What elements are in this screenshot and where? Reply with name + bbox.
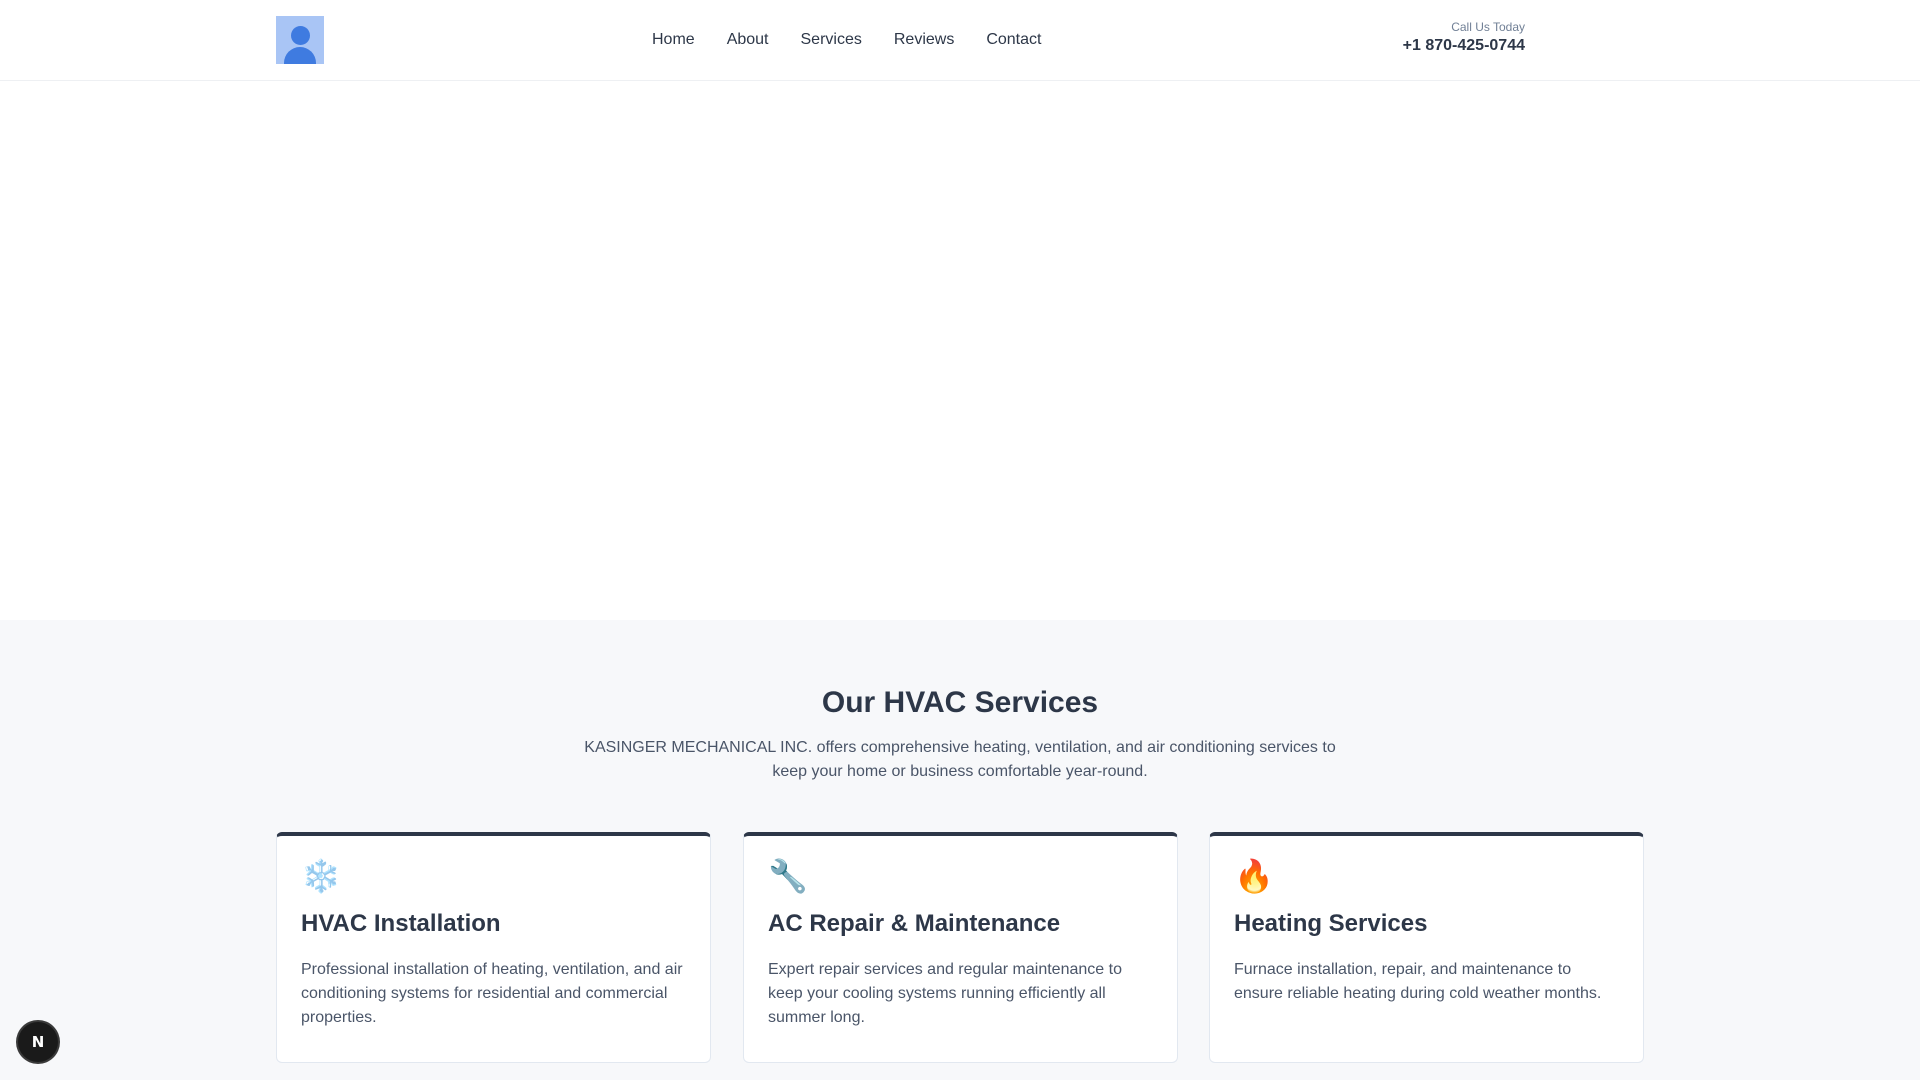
service-card-heating: 🔥 Heating Services Furnace installation,…: [1209, 832, 1644, 1063]
services-intro: KASINGER MECHANICAL INC. offers comprehe…: [584, 739, 1336, 780]
logo-user-icon[interactable]: [276, 16, 324, 64]
dev-tools-badge[interactable]: N: [18, 1022, 58, 1062]
nav-home[interactable]: Home: [652, 31, 695, 49]
service-card-installation: ❄️ HVAC Installation Professional instal…: [276, 832, 711, 1063]
service-card-text: Furnace installation, repair, and mainte…: [1234, 961, 1602, 1002]
nav-reviews[interactable]: Reviews: [894, 31, 954, 49]
nav-contact[interactable]: Contact: [986, 31, 1041, 49]
hero-section: [0, 81, 1920, 620]
nav-about[interactable]: About: [727, 31, 769, 49]
logo-body: [284, 47, 316, 64]
service-card-text: Expert repair services and regular maint…: [768, 961, 1122, 1026]
call-us-label: Call Us Today: [1451, 20, 1525, 34]
services-title: Our HVAC Services: [821, 686, 1099, 719]
site-header: Home About Services Reviews Contact Call…: [0, 0, 1920, 81]
service-card-title: HVAC Installation: [301, 910, 501, 937]
service-card-text: Professional installation of heating, ve…: [301, 961, 683, 1026]
service-card-title: AC Repair & Maintenance: [768, 910, 1061, 937]
services-section: Our HVAC Services KASINGER MECHANICAL IN…: [0, 620, 1920, 1080]
fire-icon: 🔥: [1234, 858, 1274, 894]
phone-number-link[interactable]: +1 870-425-0744: [1403, 37, 1525, 55]
service-card-ac-repair: 🔧 AC Repair & Maintenance Expert repair …: [743, 832, 1178, 1063]
nav-services[interactable]: Services: [801, 31, 862, 49]
logo-head: [291, 26, 310, 45]
main-nav: Home About Services Reviews Contact: [652, 0, 1041, 80]
service-card-title: Heating Services: [1234, 910, 1428, 937]
wrench-icon: 🔧: [768, 858, 808, 894]
snowflake-icon: ❄️: [301, 858, 341, 894]
call-us-block: Call Us Today +1 870-425-0744: [1403, 20, 1525, 55]
